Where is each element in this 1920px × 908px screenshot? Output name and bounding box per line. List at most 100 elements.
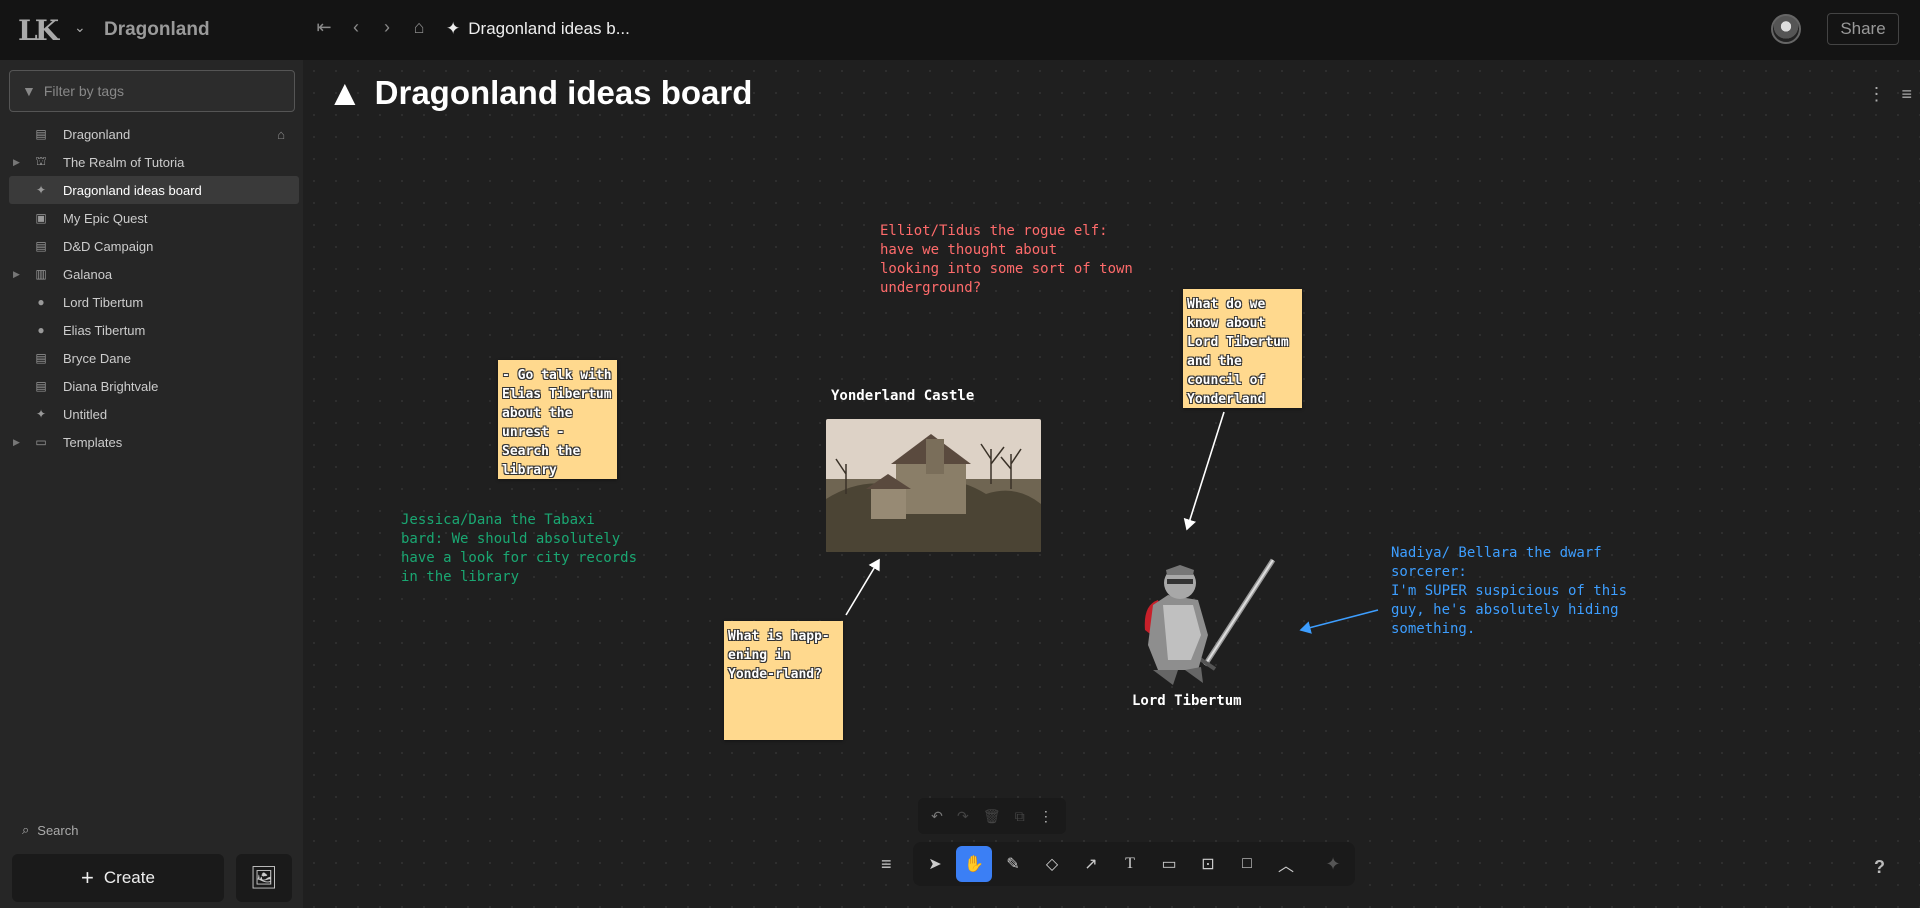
image-icon[interactable]: ⊡	[1190, 846, 1226, 882]
world-name[interactable]: Dragonland	[104, 19, 210, 41]
sidebar-item-label: Dragonland	[63, 126, 131, 142]
sidebar-item-label: Untitled	[63, 406, 108, 422]
player-note-elliot[interactable]: Elliot/Tidus the rogue elf: have we thou…	[880, 222, 1133, 298]
chevron-down-icon[interactable]: ⌄	[74, 19, 86, 36]
whiteboard-icon: ▲	[327, 72, 363, 113]
player-note-nadiya[interactable]: Nadiya/ Bellara the dwarf sorcerer: I'm …	[1391, 544, 1627, 639]
arrow-to-knight	[1183, 411, 1225, 531]
castle-label: Yonderland Castle	[831, 388, 975, 404]
page-icon: ▤	[35, 379, 47, 393]
expand-caret-icon[interactable]: ▶	[13, 157, 20, 168]
sidebar-item[interactable]: ▶ ⛫ The Realm of Tutoria	[9, 148, 299, 176]
main-menu-icon[interactable]: ≡	[881, 854, 892, 875]
search-icon: ⌕	[22, 822, 30, 837]
back-icon[interactable]: ‹	[344, 17, 368, 38]
delete-icon[interactable]: 🗑	[983, 808, 1001, 825]
person-icon: ●	[37, 295, 45, 309]
arrow-from-nadiya	[1299, 609, 1379, 634]
sticky-note[interactable]: What do we know about Lord Tibertum and …	[1183, 289, 1302, 408]
help-button[interactable]: ?	[1874, 857, 1885, 878]
sidebar-item[interactable]: ▤ Dragonland ⌂	[9, 120, 299, 148]
more-options-icon[interactable]: ⋮	[1039, 808, 1053, 825]
sidebar-item[interactable]: ● Elias Tibertum	[9, 316, 299, 344]
sidebar-item-label: Templates	[63, 434, 123, 450]
sidebar-item[interactable]: ✦ Dragonland ideas board	[9, 176, 299, 204]
sidebar-item-label: Diana Brightvale	[63, 378, 159, 394]
sticky-note[interactable]: - Go talk with Elias Tibertum about the …	[498, 360, 617, 479]
sidebar-item[interactable]: ▣ My Epic Quest	[9, 204, 299, 232]
sidebar-item-label: My Epic Quest	[63, 210, 148, 226]
sidebar-item[interactable]: ● Lord Tibertum	[9, 288, 299, 316]
home-icon[interactable]: ⌂	[407, 17, 431, 38]
arrow-to-castle	[845, 558, 880, 616]
redo-icon[interactable]: ↷	[957, 808, 969, 825]
search-label: Search	[37, 822, 79, 838]
arrow-icon[interactable]: ↗	[1073, 846, 1109, 882]
map-icon: ▥	[35, 267, 47, 281]
folder-icon: ▭	[35, 435, 47, 449]
chevron-up-icon[interactable]: ︿	[1268, 846, 1304, 882]
knight-label: Lord Tibertum	[1132, 693, 1242, 709]
filter-input[interactable]	[43, 83, 284, 99]
page-icon: ▤	[35, 127, 47, 141]
castle-image[interactable]	[826, 419, 1041, 552]
collapse-sidebar-icon[interactable]: ⇤	[312, 17, 336, 38]
undo-icon[interactable]: ↶	[931, 808, 943, 825]
player-note-jessica[interactable]: Jessica/Dana the Tabaxi bard: We should …	[401, 511, 637, 587]
sidebar-item-label: The Realm of Tutoria	[63, 154, 185, 170]
whiteboard-canvas[interactable]: ▲ Dragonland ideas board ⋮ ≡ - Go talk w…	[303, 60, 1920, 908]
sidebar-item[interactable]: ▶ ▭ Templates	[9, 428, 299, 456]
share-button[interactable]: Share	[1827, 13, 1899, 45]
quest-icon: ▣	[35, 211, 47, 225]
create-button[interactable]: + Create	[12, 854, 224, 902]
magic-icon[interactable]: ✦	[1311, 842, 1355, 886]
sidebar-item-label: D&D Campaign	[63, 238, 154, 254]
text-icon[interactable]: T	[1112, 846, 1148, 882]
home-icon: ⌂	[277, 126, 285, 142]
sidebar-item-label: Bryce Dane	[63, 350, 131, 366]
page-icon: ▤	[35, 351, 47, 365]
breadcrumb: ✦ Dragonland ideas b...	[446, 19, 630, 39]
edit-toolbar: ↶ ↷ 🗑 ⧉ ⋮	[918, 798, 1066, 834]
duplicate-icon[interactable]: ⧉	[1015, 808, 1025, 825]
whiteboard-icon: ✦	[35, 183, 47, 197]
more-options-icon[interactable]: ⋮	[1867, 84, 1885, 105]
rectangle-icon[interactable]: □	[1229, 846, 1265, 882]
sidebar-item[interactable]: ▶ ▥ Galanoa	[9, 260, 299, 288]
forward-icon[interactable]: ›	[375, 17, 399, 38]
pencil-icon[interactable]: ✎	[995, 846, 1031, 882]
sticky-note-icon[interactable]: ▭	[1151, 846, 1187, 882]
page-icon: ▤	[35, 239, 47, 253]
sidebar-item-label: Galanoa	[63, 266, 113, 282]
arrows-layer	[845, 411, 1379, 634]
top-bar: LK ⌄ Dragonland ⇤ ‹ › ⌂ ✦ Dragonland ide…	[0, 0, 1920, 60]
breadcrumb-label: Dragonland ideas b...	[468, 19, 630, 38]
expand-caret-icon[interactable]: ▶	[13, 269, 20, 280]
whiteboard-icon: ✦	[35, 407, 47, 421]
expand-caret-icon[interactable]: ▶	[13, 437, 20, 448]
sidebar-item[interactable]: ▤ D&D Campaign	[9, 232, 299, 260]
sidebar-item-label: Elias Tibertum	[63, 322, 146, 338]
filter-tags-field[interactable]: ▼	[9, 70, 295, 112]
filter-icon: ▼	[22, 83, 36, 99]
sticky-note[interactable]: What is happ-ening in Yonde-rland?	[724, 621, 843, 740]
image-upload-button[interactable]: 🖼	[236, 854, 292, 902]
avatar[interactable]	[1771, 14, 1801, 44]
person-icon: ●	[37, 323, 45, 337]
eraser-icon[interactable]: ◇	[1034, 846, 1070, 882]
logo[interactable]: LK	[18, 14, 68, 47]
hand-icon[interactable]: ✋	[956, 846, 992, 882]
sidebar-item[interactable]: ✦ Untitled	[9, 400, 299, 428]
board-menu: ⋮ ≡	[1867, 84, 1912, 105]
page-title: ▲ Dragonland ideas board	[327, 72, 752, 114]
select-icon[interactable]: ➤	[917, 846, 953, 882]
knight-image[interactable]	[1123, 545, 1293, 685]
sidebar-nav: ▤ Dragonland ⌂ ▶ ⛫ The Realm of Tutoria ✦ Drago…	[9, 120, 299, 456]
drawing-toolbar: ➤ ✋ ✎ ◇ ↗ T ▭ ⊡ □ ︿	[913, 842, 1326, 886]
sidebar-item[interactable]: ▤ Diana Brightvale	[9, 372, 299, 400]
sidebar-search[interactable]: ⌕ Search	[22, 822, 78, 838]
hamburger-menu-icon[interactable]: ≡	[1901, 84, 1912, 105]
sidebar-item-label: Lord Tibertum	[63, 294, 144, 310]
plus-icon: +	[81, 865, 94, 890]
sidebar-item[interactable]: ▤ Bryce Dane	[9, 344, 299, 372]
